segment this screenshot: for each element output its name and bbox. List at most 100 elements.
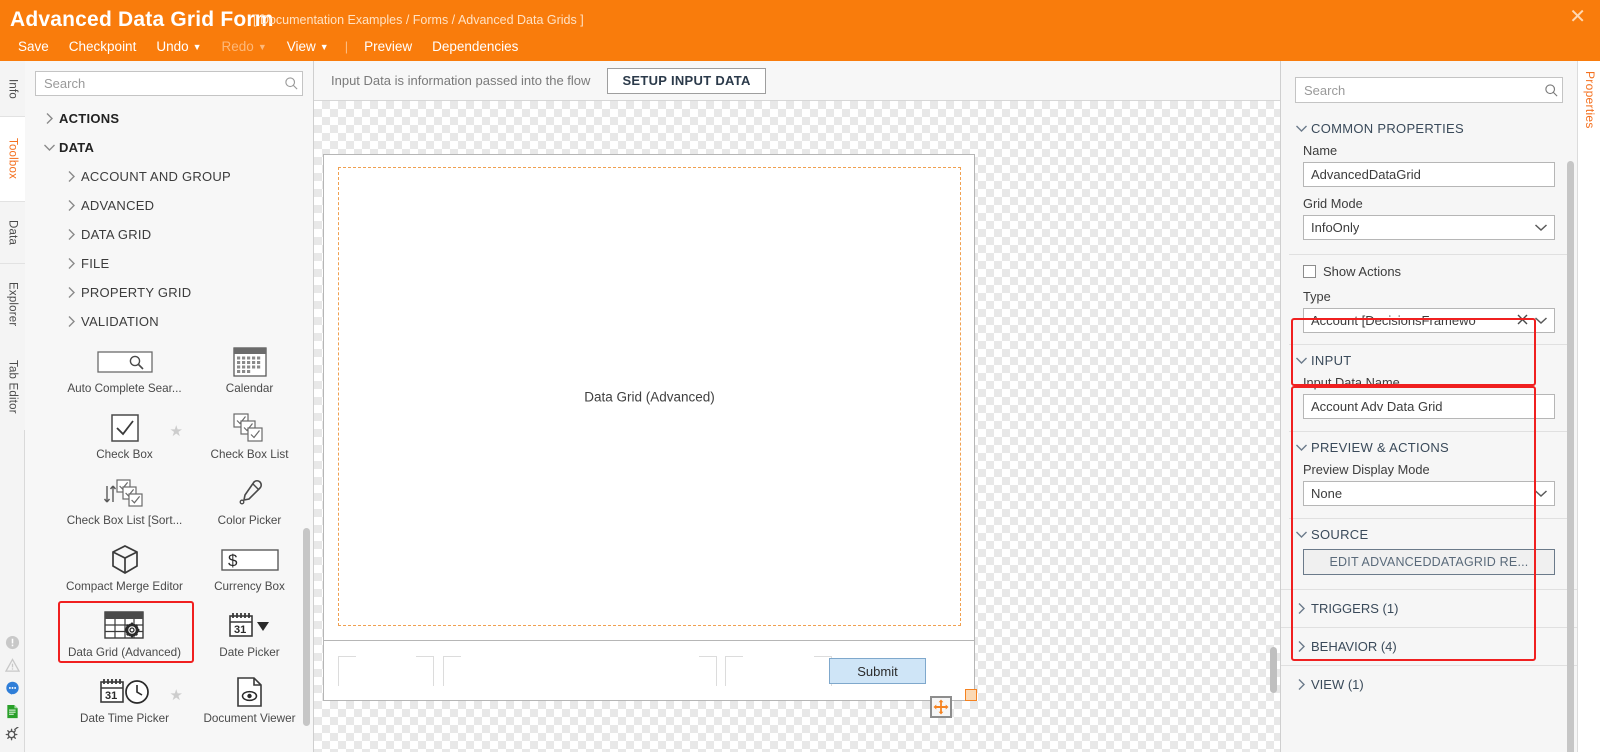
clear-icon[interactable] bbox=[1517, 313, 1528, 328]
toolbox-palette: Auto Complete Sear... Calendar Check Box… bbox=[25, 340, 313, 732]
favorite-star-icon[interactable]: ★ bbox=[170, 686, 183, 704]
preview-display-mode-select[interactable]: None bbox=[1303, 481, 1555, 506]
selected-value: InfoOnly bbox=[1311, 220, 1360, 235]
chevron-down-icon: ▼ bbox=[319, 42, 329, 52]
field-preview-display-mode: Preview Display Mode None bbox=[1281, 462, 1577, 506]
sidebar-tab-data[interactable]: Data bbox=[0, 202, 25, 264]
setup-input-data-button[interactable]: SETUP INPUT DATA bbox=[607, 67, 766, 94]
palette-label: Calendar bbox=[225, 382, 274, 395]
properties-section-common-properties[interactable]: COMMON PROPERTIES bbox=[1281, 113, 1577, 143]
tree-node-data[interactable]: DATA bbox=[25, 133, 313, 162]
tree-node-actions[interactable]: ACTIONS bbox=[25, 104, 313, 133]
properties-section-preview-actions[interactable]: PREVIEW & ACTIONS bbox=[1281, 432, 1577, 462]
show-actions-checkbox[interactable] bbox=[1303, 265, 1316, 278]
properties-scrollbar[interactable] bbox=[1567, 161, 1574, 752]
chat-icon[interactable] bbox=[5, 681, 20, 696]
chevron-right-icon bbox=[61, 199, 81, 212]
date-time-picker-icon: 31 bbox=[99, 674, 151, 710]
palette-item-calendar[interactable]: Calendar bbox=[187, 340, 312, 406]
form-preview-frame[interactable]: Data Grid (Advanced) bbox=[323, 154, 975, 641]
sidebar-tab-toolbox[interactable]: Toolbox bbox=[0, 117, 25, 202]
resize-handle[interactable] bbox=[965, 689, 977, 701]
palette-item-color-picker[interactable]: Color Picker bbox=[187, 472, 312, 538]
menu-item-dependencies[interactable]: Dependencies bbox=[422, 39, 528, 54]
menu-item-preview[interactable]: Preview bbox=[354, 39, 422, 54]
layout-placeholder-bracket bbox=[443, 656, 461, 686]
field-label: Name bbox=[1303, 143, 1338, 158]
properties-section-view[interactable]: VIEW (1) bbox=[1281, 665, 1577, 703]
error-icon[interactable] bbox=[5, 635, 20, 650]
tree-node-advanced[interactable]: ADVANCED bbox=[25, 191, 313, 220]
currency-box-icon: $ bbox=[220, 542, 279, 578]
close-icon[interactable]: ✕ bbox=[1569, 7, 1586, 27]
tree-node-data-grid[interactable]: DATA GRID bbox=[25, 220, 313, 249]
sidebar-tab-explorer[interactable]: Explorer bbox=[0, 264, 25, 344]
form-component-label: Data Grid (Advanced) bbox=[584, 389, 715, 404]
application-window: Advanced Data Grid Form [ Documentation … bbox=[0, 0, 1600, 752]
document-icon[interactable] bbox=[5, 704, 20, 719]
tree-node-file[interactable]: FILE bbox=[25, 249, 313, 278]
form-footer-scrollbar[interactable] bbox=[1270, 647, 1277, 693]
search-input[interactable] bbox=[1296, 82, 1540, 98]
tab-label: Tab Editor bbox=[6, 360, 19, 414]
sidebar-tab-tab-editor[interactable]: Tab Editor bbox=[0, 344, 25, 430]
warning-icon[interactable] bbox=[5, 658, 20, 673]
palette-item-currency-box[interactable]: $ Currency Box bbox=[187, 538, 312, 604]
properties-section-behavior[interactable]: BEHAVIOR (4) bbox=[1281, 627, 1577, 665]
tab-label: Explorer bbox=[6, 281, 19, 327]
sidebar-tab-info[interactable]: Info bbox=[0, 61, 25, 117]
palette-label: Check Box List bbox=[210, 448, 289, 461]
type-select[interactable]: Account [DecisionsFramewo bbox=[1303, 308, 1555, 333]
input-data-name-input[interactable]: Account Adv Data Grid bbox=[1303, 394, 1555, 419]
palette-item-document-viewer[interactable]: Document Viewer bbox=[187, 670, 312, 732]
move-cursor-icon bbox=[930, 696, 952, 718]
properties-section-source[interactable]: SOURCE bbox=[1281, 519, 1577, 549]
edit-advanceddatagrid-button[interactable]: EDIT ADVANCEDDATAGRID RE... bbox=[1303, 549, 1555, 575]
favorite-star-icon[interactable]: ★ bbox=[170, 422, 183, 440]
palette-item-check-box-list[interactable]: Check Box List bbox=[187, 406, 312, 472]
properties-section-input[interactable]: INPUT bbox=[1281, 345, 1577, 375]
properties-section-triggers[interactable]: TRIGGERS (1) bbox=[1281, 589, 1577, 627]
search-input[interactable] bbox=[36, 76, 280, 91]
menu-item-view[interactable]: View ▼ bbox=[277, 39, 339, 54]
tree-node-validation[interactable]: VALIDATION bbox=[25, 307, 313, 336]
checkbox-list-sorted-icon bbox=[102, 476, 148, 512]
palette-item-date-picker[interactable]: 31 Date Picker bbox=[187, 604, 312, 670]
palette-label: Auto Complete Sear... bbox=[67, 382, 182, 395]
autocomplete-search-icon bbox=[96, 344, 153, 380]
canvas-surface[interactable]: Data Grid (Advanced) Submit bbox=[314, 101, 1280, 752]
grid-mode-select[interactable]: InfoOnly bbox=[1303, 215, 1555, 240]
tree-node-property-grid[interactable]: PROPERTY GRID bbox=[25, 278, 313, 307]
chevron-down-icon bbox=[1291, 530, 1311, 539]
palette-item-date-time-picker[interactable]: 31 Date Time Picker ★ bbox=[62, 670, 187, 732]
tree-label: VALIDATION bbox=[81, 314, 159, 329]
tab-properties[interactable]: Properties bbox=[1583, 71, 1597, 129]
name-input[interactable]: AdvancedDataGrid bbox=[1303, 162, 1555, 187]
submit-button[interactable]: Submit bbox=[829, 658, 926, 684]
menu-item-save[interactable]: Save bbox=[8, 39, 59, 54]
menu-label: View bbox=[286, 38, 316, 54]
tab-label: Data bbox=[6, 219, 19, 246]
menu-label: Save bbox=[18, 38, 49, 54]
debug-gear-icon[interactable] bbox=[5, 727, 20, 742]
tree-node-account-and-group[interactable]: ACCOUNT AND GROUP bbox=[25, 162, 313, 191]
palette-item-check-box[interactable]: Check Box ★ bbox=[62, 406, 187, 472]
menu-item-undo[interactable]: Undo ▼ bbox=[146, 39, 211, 54]
toolbox-search[interactable] bbox=[35, 71, 303, 96]
section-title: BEHAVIOR (4) bbox=[1311, 639, 1397, 654]
chevron-right-icon bbox=[61, 286, 81, 299]
data-grid-advanced-icon bbox=[103, 608, 146, 644]
field-show-actions[interactable]: Show Actions bbox=[1281, 264, 1577, 279]
chevron-right-icon bbox=[61, 315, 81, 328]
chevron-down-icon: ▼ bbox=[192, 42, 202, 52]
palette-item-auto-complete-search[interactable]: Auto Complete Sear... bbox=[62, 340, 187, 406]
palette-item-data-grid-advanced[interactable]: Data Grid (Advanced) bbox=[62, 604, 187, 670]
menu-item-checkpoint[interactable]: Checkpoint bbox=[59, 39, 147, 54]
tree-label: ACTIONS bbox=[59, 111, 120, 126]
tab-label: Toolbox bbox=[6, 138, 19, 180]
toolbox-scrollbar[interactable] bbox=[303, 528, 310, 726]
palette-item-check-box-list-sorted[interactable]: Check Box List [Sort... bbox=[62, 472, 187, 538]
svg-text:31: 31 bbox=[234, 624, 246, 636]
palette-item-compact-merge-editor[interactable]: Compact Merge Editor bbox=[62, 538, 187, 604]
properties-search[interactable] bbox=[1295, 77, 1563, 103]
